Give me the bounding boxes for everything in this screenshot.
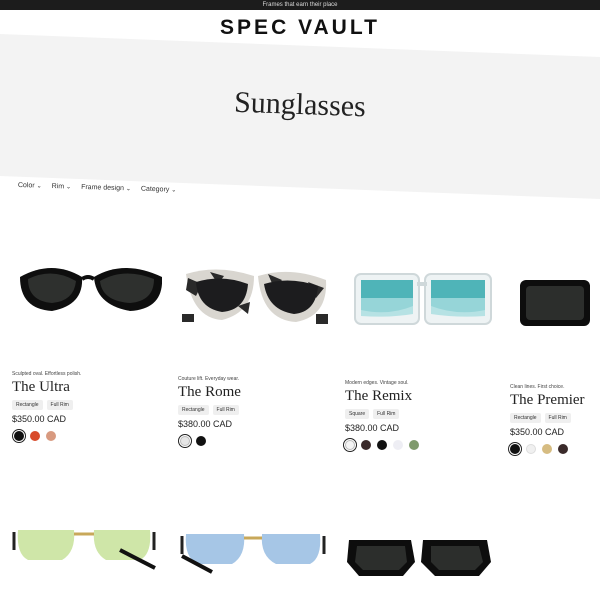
product-image-premier[interactable] <box>510 274 600 354</box>
chip-shape: Rectangle <box>510 413 541 423</box>
product-image-ultra[interactable] <box>12 255 162 335</box>
swatch[interactable] <box>393 440 403 450</box>
product-name[interactable]: The Rome <box>178 384 241 401</box>
product-chips: Rectangle Full Rim <box>510 413 571 423</box>
filter-rim[interactable]: Rim ⌄ <box>52 183 72 191</box>
chip-rim: Full Rim <box>212 405 239 415</box>
filter-label: Frame design <box>81 183 125 193</box>
product-price: $350.00 CAD <box>510 427 565 437</box>
product-image-green-rimless[interactable] <box>10 520 160 580</box>
color-swatches <box>178 434 206 448</box>
product-tagline: Couture lift. Everyday wear. <box>178 376 240 382</box>
chip-shape: Rectangle <box>178 405 209 415</box>
color-swatches <box>508 442 568 456</box>
filter-color[interactable]: Color ⌄ <box>18 182 42 190</box>
filter-label: Color <box>17 182 35 190</box>
swatch[interactable] <box>30 431 40 441</box>
swatch[interactable] <box>343 438 357 452</box>
product-price: $380.00 CAD <box>345 423 400 433</box>
swatch[interactable] <box>12 429 26 443</box>
chip-rim: Full Rim <box>544 413 571 423</box>
product-image-blue-rimless[interactable] <box>178 526 328 586</box>
swatch[interactable] <box>361 440 371 450</box>
swatch[interactable] <box>196 436 206 446</box>
swatch[interactable] <box>526 444 536 454</box>
chip-shape: Square <box>345 409 370 419</box>
product-name[interactable]: The Premier <box>510 392 585 409</box>
filter-frame-design[interactable]: Frame design ⌄ <box>81 184 131 192</box>
chevron-down-icon: ⌄ <box>171 187 177 194</box>
filter-bar: Color ⌄ Rim ⌄ Frame design ⌄ Category ⌄ <box>18 182 177 194</box>
brand-logo[interactable]: SPEC VAULT <box>0 16 600 40</box>
filter-category[interactable]: Category ⌄ <box>141 186 177 194</box>
chevron-down-icon: ⌄ <box>125 186 131 193</box>
swatch[interactable] <box>409 440 419 450</box>
announcement-text: Frames that earn their place <box>262 2 338 8</box>
product-tagline: Clean lines. First choice. <box>510 384 565 390</box>
product-chips: Rectangle Full Rim <box>178 405 239 415</box>
product-price: $380.00 CAD <box>178 419 233 429</box>
filter-label: Rim <box>51 183 65 191</box>
product-image-rome[interactable] <box>178 262 328 342</box>
product-image-remix[interactable] <box>345 268 495 348</box>
chip-rim: Full Rim <box>46 400 73 410</box>
product-image-black-geometric[interactable] <box>345 532 495 592</box>
swatch[interactable] <box>178 434 192 448</box>
chevron-down-icon: ⌄ <box>65 184 72 191</box>
swatch[interactable] <box>542 444 552 454</box>
swatch[interactable] <box>558 444 568 454</box>
color-swatches <box>343 438 419 452</box>
chip-rim: Full Rim <box>373 409 400 419</box>
filter-label: Category <box>140 185 170 194</box>
product-chips: Square Full Rim <box>345 409 400 419</box>
product-tagline: Modern edges. Vintage soul. <box>345 380 409 386</box>
product-chips: Rectangle Full Rim <box>12 400 73 410</box>
product-name[interactable]: The Ultra <box>12 379 70 396</box>
chevron-down-icon: ⌄ <box>36 183 42 190</box>
product-tagline: Sculpted oval. Effortless polish. <box>12 371 82 377</box>
color-swatches <box>12 429 56 443</box>
swatch[interactable] <box>377 440 387 450</box>
swatch[interactable] <box>46 431 56 441</box>
chip-shape: Rectangle <box>12 400 43 410</box>
announcement-bar: Frames that earn their place <box>0 0 600 10</box>
swatch[interactable] <box>508 442 522 456</box>
product-name[interactable]: The Remix <box>345 388 412 405</box>
product-price: $350.00 CAD <box>12 414 67 424</box>
